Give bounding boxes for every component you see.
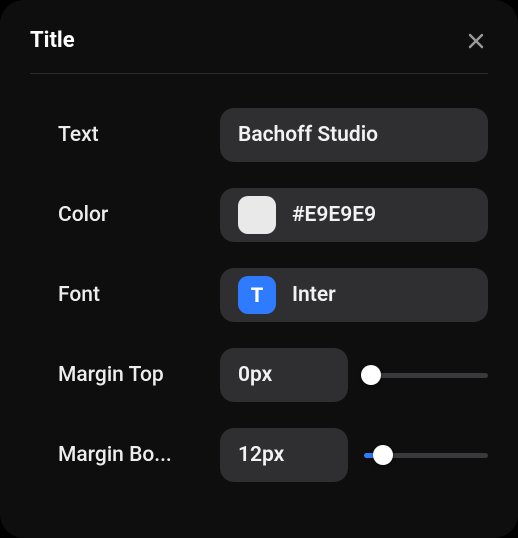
slider-track [364, 373, 488, 378]
text-input[interactable]: Bachoff Studio [220, 108, 488, 162]
margin-bottom-input[interactable]: 12px [220, 428, 348, 482]
text-value: Bachoff Studio [238, 123, 378, 147]
label-text: Text [58, 123, 220, 147]
label-font: Font [58, 283, 220, 307]
font-value: Inter [292, 283, 336, 307]
close-button[interactable] [464, 29, 488, 53]
font-type-icon: T [238, 276, 276, 314]
color-swatch[interactable] [238, 196, 276, 234]
color-value: #E9E9E9 [292, 203, 376, 227]
panel-content: Text Bachoff Studio Color #E9E9E9 Font [30, 74, 488, 482]
slider-thumb[interactable] [361, 365, 381, 385]
panel-header: Title [30, 28, 488, 73]
color-input[interactable]: #E9E9E9 [220, 188, 488, 242]
row-text: Text Bachoff Studio [58, 108, 488, 162]
panel-title: Title [30, 28, 75, 53]
close-icon [467, 32, 485, 50]
margin-top-input[interactable]: 0px [220, 348, 348, 402]
row-color: Color #E9E9E9 [58, 188, 488, 242]
label-color: Color [58, 203, 220, 227]
margin-top-slider[interactable] [364, 365, 488, 385]
title-panel: Title Text Bachoff Studio Color [0, 0, 518, 538]
label-margin-top: Margin Top [58, 363, 220, 387]
label-margin-bottom: Margin Bo... [58, 443, 220, 467]
row-font: Font T Inter [58, 268, 488, 322]
slider-thumb[interactable] [373, 445, 393, 465]
row-margin-top: Margin Top 0px [58, 348, 488, 402]
margin-top-value: 0px [238, 363, 272, 387]
margin-bottom-slider[interactable] [364, 445, 488, 465]
margin-bottom-value: 12px [238, 443, 284, 467]
row-margin-bottom: Margin Bo... 12px [58, 428, 488, 482]
font-input[interactable]: T Inter [220, 268, 488, 322]
